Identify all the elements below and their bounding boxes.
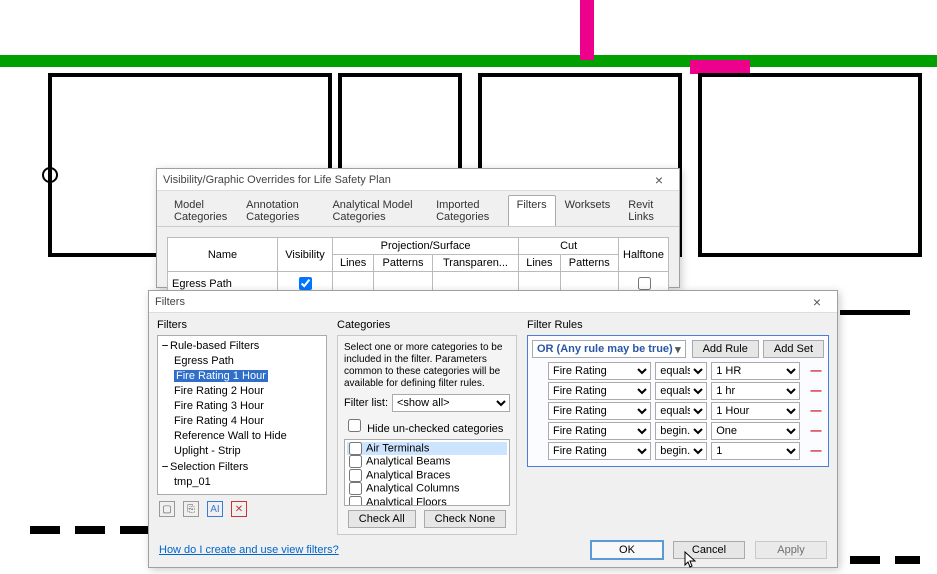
rule-op-select[interactable]: equals — [655, 362, 707, 380]
rule-row: Fire Ratingbegin...1 — — [548, 442, 824, 460]
col-proj-patterns: Patterns — [374, 255, 432, 272]
col-cut-lines: Lines — [519, 255, 560, 272]
row-halftone-check[interactable] — [638, 277, 651, 290]
help-link[interactable]: How do I create and use view filters? — [159, 544, 339, 556]
rule-set-select[interactable]: OR (Any rule may be true) ▾ — [532, 340, 686, 358]
vg-tab-row: Model Categories Annotation Categories A… — [157, 191, 679, 227]
check-all-button[interactable]: Check All — [348, 510, 416, 528]
add-rule-button[interactable]: Add Rule — [692, 340, 759, 358]
rule-field-select[interactable]: Fire Rating — [548, 382, 651, 400]
col-proj-lines: Lines — [333, 255, 374, 272]
category-item[interactable]: Analytical Braces — [347, 469, 507, 482]
rule-delete-icon[interactable]: — — [808, 445, 824, 457]
categories-list[interactable]: Air Terminals Analytical Beams Analytica… — [344, 439, 510, 506]
tab-model-categories[interactable]: Model Categories — [165, 195, 237, 226]
apply-button[interactable]: Apply — [755, 541, 827, 559]
col-cut: Cut — [519, 238, 619, 255]
toolbar-rename-icon[interactable]: AI — [207, 501, 223, 517]
tab-revit-links[interactable]: Revit Links — [619, 195, 671, 226]
rule-value-select[interactable]: 1 Hour — [711, 402, 800, 420]
rule-row: Fire Ratingbegin...One — — [548, 422, 824, 440]
rule-row: Fire Ratingequals1 hr — — [548, 382, 824, 400]
rules-panel-title: Filter Rules — [527, 319, 829, 331]
rule-delete-icon[interactable]: — — [808, 405, 824, 417]
vg-close-button[interactable]: × — [645, 172, 673, 188]
tab-annotation-categories[interactable]: Annotation Categories — [237, 195, 323, 226]
ok-button[interactable]: OK — [591, 541, 663, 559]
tab-imported-categories[interactable]: Imported Categories — [427, 195, 508, 226]
rule-delete-icon[interactable]: — — [808, 385, 824, 397]
add-set-button[interactable]: Add Set — [763, 340, 824, 358]
rule-delete-icon[interactable]: — — [808, 425, 824, 437]
rule-op-select[interactable]: begin... — [655, 422, 707, 440]
categories-panel-title: Categories — [337, 319, 517, 331]
filter-list-select[interactable]: <show all> — [392, 394, 510, 412]
col-visibility: Visibility — [278, 238, 333, 272]
toolbar-copy-icon[interactable]: ⎘ — [183, 501, 199, 517]
rule-field-select[interactable]: Fire Rating — [548, 362, 651, 380]
col-cut-patterns: Patterns — [560, 255, 618, 272]
rule-value-select[interactable]: One — [711, 422, 800, 440]
rules-panel: OR (Any rule may be true) ▾ Add Rule Add… — [527, 335, 829, 467]
rule-op-select[interactable]: equals — [655, 382, 707, 400]
categories-intro: Select one or more categories to be incl… — [344, 342, 510, 390]
rule-value-select[interactable]: 1 HR — [711, 362, 800, 380]
rule-field-select[interactable]: Fire Rating — [548, 422, 651, 440]
tree-rule-based[interactable]: Rule-based Filters — [170, 340, 259, 352]
toolbar-new-icon[interactable]: ▢ — [159, 501, 175, 517]
filters-tree[interactable]: −Rule-based Filters Egress Path Fire Rat… — [157, 335, 327, 495]
tab-worksets[interactable]: Worksets — [556, 195, 620, 226]
tree-item[interactable]: tmp_01 — [174, 475, 324, 490]
vg-dialog-title: Visibility/Graphic Overrides for Life Sa… — [163, 174, 391, 186]
category-item[interactable]: Analytical Floors — [347, 496, 507, 506]
rule-field-select[interactable]: Fire Rating — [548, 442, 651, 460]
tree-item-selected[interactable]: Fire Rating 1 Hour — [174, 370, 268, 382]
hide-unchecked-check[interactable]: Hide un-checked categories — [344, 416, 510, 435]
filters-close-button[interactable]: × — [803, 294, 831, 310]
col-projection: Projection/Surface — [333, 238, 519, 255]
tree-item[interactable]: Reference Wall to Hide — [174, 429, 324, 444]
rule-value-select[interactable]: 1 hr — [711, 382, 800, 400]
tab-analytical-model-categories[interactable]: Analytical Model Categories — [323, 195, 427, 226]
tree-item[interactable]: Uplight - Strip — [174, 444, 324, 459]
vg-overrides-dialog: Visibility/Graphic Overrides for Life Sa… — [156, 168, 680, 288]
col-halftone: Halftone — [619, 238, 669, 272]
col-name: Name — [168, 238, 278, 272]
rule-row: Fire Ratingequals1 HR — — [548, 362, 824, 380]
rule-value-select[interactable]: 1 — [711, 442, 800, 460]
cancel-button[interactable]: Cancel — [673, 541, 745, 559]
tab-filters[interactable]: Filters — [508, 195, 556, 226]
hide-unchecked-label: Hide un-checked categories — [367, 423, 503, 435]
tree-item[interactable]: Fire Rating 3 Hour — [174, 399, 324, 414]
filters-panel-title: Filters — [157, 319, 327, 331]
toolbar-delete-icon[interactable]: ✕ — [231, 501, 247, 517]
filters-dialog-title: Filters — [155, 296, 185, 308]
rule-op-select[interactable]: begin... — [655, 442, 707, 460]
category-item[interactable]: Air Terminals — [347, 442, 507, 455]
tree-item[interactable]: Fire Rating 2 Hour — [174, 384, 324, 399]
tree-item[interactable]: Fire Rating 4 Hour — [174, 414, 324, 429]
rule-delete-icon[interactable]: — — [808, 365, 824, 377]
tree-item[interactable]: Egress Path — [174, 354, 324, 369]
check-none-button[interactable]: Check None — [424, 510, 507, 528]
filters-dialog: Filters × Filters −Rule-based Filters Eg… — [148, 290, 838, 568]
rule-field-select[interactable]: Fire Rating — [548, 402, 651, 420]
col-proj-transparency: Transparen... — [432, 255, 519, 272]
category-item[interactable]: Analytical Beams — [347, 455, 507, 468]
tree-selection-filters[interactable]: Selection Filters — [170, 461, 248, 473]
filter-list-label: Filter list: — [344, 397, 388, 409]
row-visibility-check[interactable] — [299, 277, 312, 290]
category-item[interactable]: Analytical Columns — [347, 482, 507, 495]
rule-row: Fire Ratingequals1 Hour — — [548, 402, 824, 420]
rule-op-select[interactable]: equals — [655, 402, 707, 420]
